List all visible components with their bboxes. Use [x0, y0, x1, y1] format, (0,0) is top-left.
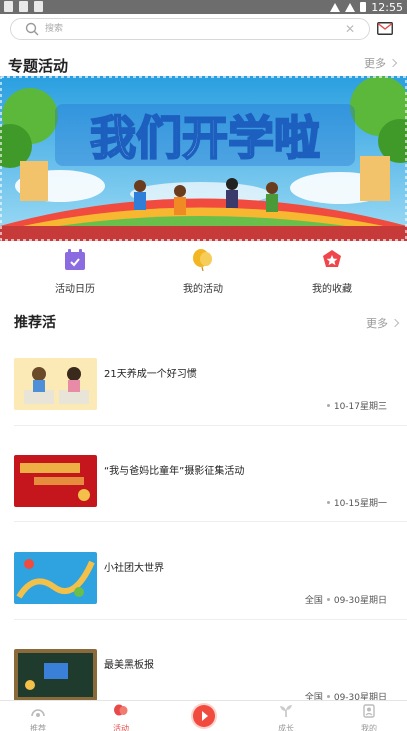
- notification-icons: [4, 1, 43, 12]
- mail-icon[interactable]: [377, 22, 393, 35]
- activity-title: “我与爸妈比童年”摄影征集活动: [104, 466, 245, 477]
- activity-list-item[interactable]: 小社团大世界 全国 09-30星期日: [0, 552, 407, 649]
- profile-icon: [363, 704, 375, 718]
- nav-label: 活动: [113, 724, 129, 731]
- activity-date: 09-30星期日: [333, 596, 387, 606]
- separator-dot: [326, 695, 330, 698]
- activity-location: 全国: [304, 596, 323, 606]
- quick-link-calendar[interactable]: 活动日历: [25, 248, 125, 295]
- quick-link-my-activities[interactable]: 我的活动: [153, 248, 253, 295]
- activity-title: 21天养成一个好习惯: [104, 369, 197, 380]
- nav-label: 成长: [278, 724, 294, 731]
- more-label: 更多: [366, 317, 388, 330]
- quick-link-label: 我的收藏: [312, 284, 352, 295]
- quick-link-label: 我的活动: [183, 284, 223, 295]
- nav-tab-growth[interactable]: 成长: [256, 703, 316, 731]
- clear-icon[interactable]: ✕: [345, 22, 355, 36]
- nav-tab-recommend[interactable]: 推荐: [8, 703, 68, 731]
- activity-thumbnail: [14, 552, 97, 604]
- star-icon: [323, 250, 341, 267]
- search-icon: [25, 22, 39, 36]
- activity-thumbnail: [14, 358, 97, 410]
- more-label: 更多: [364, 57, 386, 70]
- activity-date: 10-15星期一: [333, 499, 387, 509]
- activity-meta: 10-15星期一: [323, 496, 387, 509]
- divider: [14, 521, 407, 522]
- featured-banner[interactable]: 我们开学啦: [0, 76, 407, 241]
- nav-label: 推荐: [30, 724, 46, 731]
- divider: [14, 619, 407, 620]
- balloon-icon: [114, 704, 128, 716]
- status-bar: 12:55: [0, 0, 407, 14]
- banner-illustration: 我们开学啦: [0, 76, 407, 241]
- featured-section-title: 专题活动: [8, 57, 69, 75]
- recommended-more-link[interactable]: 更多: [366, 315, 400, 331]
- signal-icon: [345, 2, 356, 12]
- divider: [14, 425, 407, 426]
- calendar-icon: [65, 249, 85, 270]
- download-icon: [19, 1, 28, 12]
- app-notification-icon: [4, 1, 13, 12]
- quick-link-favorites[interactable]: 我的收藏: [282, 248, 382, 295]
- activity-thumbnail: [14, 649, 97, 701]
- quick-link-label: 活动日历: [55, 284, 95, 295]
- wifi-icon: [330, 2, 341, 12]
- recommend-icon: [31, 709, 45, 717]
- nav-tab-activity[interactable]: 活动: [91, 703, 151, 731]
- chevron-right-icon: [390, 318, 400, 328]
- separator-dot: [326, 598, 330, 601]
- activity-list-item[interactable]: “我与爸妈比童年”摄影征集活动 10-15星期一: [0, 455, 407, 552]
- status-time: 12:55: [371, 0, 403, 14]
- quick-links: 活动日历 我的活动 我的收藏: [0, 248, 407, 296]
- activity-list-item[interactable]: 21天养成一个好习惯 10-17星期三: [0, 358, 407, 455]
- chevron-right-icon: [388, 58, 398, 68]
- battery-icon: [360, 2, 367, 12]
- featured-more-link[interactable]: 更多: [364, 55, 398, 71]
- separator-dot: [326, 501, 330, 504]
- separator-dot: [326, 404, 330, 407]
- search-input[interactable]: [45, 21, 335, 37]
- nav-label: 我的: [361, 724, 377, 731]
- activity-title: 最美黑板报: [104, 660, 154, 671]
- activity-date: 10-17星期三: [333, 402, 387, 412]
- search-bar[interactable]: ✕: [10, 18, 370, 40]
- banner-title: 我们开学啦: [90, 111, 320, 165]
- activity-meta: 全国 09-30星期日: [305, 593, 387, 606]
- activity-thumbnail: [14, 455, 97, 507]
- recommended-section-title: 推荐活: [14, 315, 56, 331]
- nav-tab-mine[interactable]: 我的: [339, 703, 399, 731]
- balloon-icon: [193, 249, 212, 272]
- activity-title: 小社团大世界: [104, 563, 164, 574]
- app-notification-icon: [34, 1, 43, 12]
- sprout-icon: [280, 705, 292, 717]
- activity-meta: 10-17星期三: [323, 399, 387, 412]
- play-button[interactable]: [193, 705, 215, 727]
